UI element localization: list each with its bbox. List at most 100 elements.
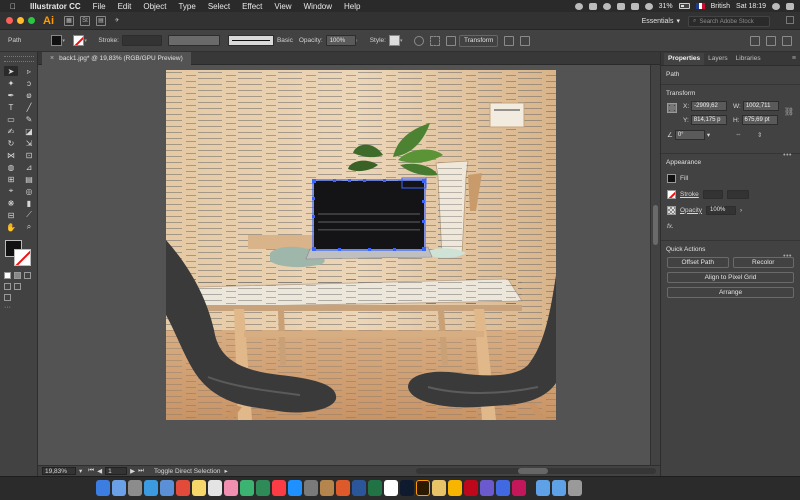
notes-icon[interactable]: [192, 480, 206, 496]
free-transform-tool-icon[interactable]: ⊡: [22, 150, 36, 160]
stroke-weight-stepper[interactable]: [702, 189, 723, 199]
siri-icon[interactable]: [616, 2, 625, 10]
gradient-tool-icon[interactable]: ▤: [22, 174, 36, 184]
opacity-dropdown-icon[interactable]: ›: [356, 38, 364, 44]
photos-icon[interactable]: [224, 480, 238, 496]
appearance-opacity-field[interactable]: 100%: [706, 205, 737, 215]
anchor-point[interactable]: [368, 248, 371, 251]
align-center-icon[interactable]: [766, 35, 776, 46]
magic-wand-tool-icon[interactable]: ✦: [4, 78, 18, 88]
keynote-icon[interactable]: [320, 480, 334, 496]
width-tool-icon[interactable]: ⋈: [4, 150, 18, 160]
safari-icon[interactable]: [144, 480, 158, 496]
menu-effect[interactable]: Effect: [242, 2, 262, 11]
uk-flag-icon[interactable]: [695, 3, 705, 9]
align-to-selection-icon[interactable]: [429, 35, 440, 46]
word-icon[interactable]: [352, 480, 366, 496]
app-icon[interactable]: [496, 480, 510, 496]
flip-horizontal-icon[interactable]: ⇔: [735, 131, 742, 138]
width-field[interactable]: 1002,711: [742, 101, 779, 111]
x-position-field[interactable]: -2909,62: [691, 101, 728, 111]
horizontal-scroll-thumb[interactable]: [518, 468, 548, 474]
folder-icon[interactable]: [536, 480, 550, 496]
y-position-field[interactable]: 814,175 p: [690, 115, 727, 125]
zoom-level-field[interactable]: 19,83%: [42, 467, 76, 475]
reminders-icon[interactable]: [208, 480, 222, 496]
graphic-style-swatch[interactable]: [388, 35, 400, 46]
panel-layout-icon[interactable]: [786, 16, 794, 24]
menu-app-name[interactable]: Illustrator CC: [30, 2, 81, 11]
mesh-tool-icon[interactable]: ⊞: [4, 174, 18, 184]
first-artboard-icon[interactable]: ⏮: [88, 467, 94, 475]
stroke-weight-value[interactable]: [726, 189, 749, 199]
curvature-tool-icon[interactable]: ⱷ: [22, 90, 36, 100]
downloads-folder-icon[interactable]: [552, 480, 566, 496]
fx-icon[interactable]: fx.: [667, 223, 674, 230]
vertical-scrollbar[interactable]: [650, 65, 660, 465]
gpu-performance-icon[interactable]: ✈: [112, 16, 122, 26]
align-to-pixel-grid-button[interactable]: Align to Pixel Grid: [667, 272, 794, 283]
arrange-button[interactable]: Arrange: [667, 287, 794, 298]
constrain-proportions-icon[interactable]: ⛓: [784, 107, 794, 116]
appearance-stroke-label[interactable]: Stroke: [680, 191, 699, 198]
anchor-point[interactable]: [312, 215, 315, 218]
slice-tool-icon[interactable]: ⟋: [22, 210, 36, 220]
wifi-icon[interactable]: [630, 2, 639, 10]
reference-point-icon[interactable]: [667, 103, 677, 113]
more-transform-options-icon[interactable]: •••: [783, 152, 792, 159]
anchor-point[interactable]: [363, 179, 366, 182]
canvas-area[interactable]: [38, 65, 650, 465]
zoom-window-button[interactable]: [28, 17, 35, 24]
shape-options-icon[interactable]: [445, 35, 456, 46]
symbol-sprayer-tool-icon[interactable]: ❋: [4, 198, 18, 208]
tab-properties[interactable]: Properties: [664, 53, 705, 65]
messages-icon[interactable]: [240, 480, 254, 496]
select-similar-icon[interactable]: [520, 35, 531, 46]
align-left-icon[interactable]: [750, 35, 760, 46]
sync-icon[interactable]: [602, 2, 611, 10]
status-tool-hint[interactable]: Toggle Direct Selection: [154, 468, 220, 475]
pen-tool-icon[interactable]: ✒: [4, 90, 18, 100]
scale-tool-icon[interactable]: ⇲: [22, 138, 36, 148]
stock-icon[interactable]: St: [80, 15, 90, 26]
anchor-point[interactable]: [312, 247, 316, 251]
more-appearance-options-icon[interactable]: •••: [783, 253, 792, 260]
menu-select[interactable]: Select: [208, 2, 230, 11]
notification-center-icon[interactable]: [786, 2, 794, 10]
illustrator-dock-icon[interactable]: [416, 480, 430, 496]
hand-tool-icon[interactable]: ✋: [4, 222, 18, 232]
eyedropper-tool-icon[interactable]: ⌖: [4, 186, 18, 196]
anchor-point[interactable]: [312, 179, 316, 183]
draw-normal-icon[interactable]: [4, 283, 11, 290]
anchor-point[interactable]: [348, 179, 351, 182]
last-artboard-icon[interactable]: ⏭: [138, 467, 144, 475]
column-graph-tool-icon[interactable]: ▮: [22, 198, 36, 208]
screen-mode-icon[interactable]: [4, 294, 11, 301]
battery-icon[interactable]: [678, 3, 690, 9]
rotate-tool-icon[interactable]: ↻: [4, 138, 18, 148]
excel-icon[interactable]: [368, 480, 382, 496]
blend-tool-icon[interactable]: ◎: [22, 186, 36, 196]
chrome-icon[interactable]: [384, 480, 398, 496]
menu-object[interactable]: Object: [143, 2, 166, 11]
tab-libraries[interactable]: Libraries: [732, 53, 765, 65]
stroke-swatch[interactable]: [73, 35, 85, 46]
recolor-artwork-icon[interactable]: [413, 35, 424, 46]
lasso-tool-icon[interactable]: ↄ: [22, 78, 36, 88]
anchor-point[interactable]: [422, 220, 425, 223]
bridge-icon[interactable]: ▦: [64, 15, 74, 26]
arrange-documents-icon[interactable]: ▤: [96, 15, 106, 26]
next-artboard-icon[interactable]: ▶: [130, 467, 135, 475]
sketch-icon[interactable]: [448, 480, 462, 496]
rotate-angle-field[interactable]: 0°: [674, 130, 705, 140]
siri-icon[interactable]: [112, 480, 126, 496]
zoom-tool-icon[interactable]: ⌕: [22, 222, 36, 232]
variable-width-field[interactable]: [167, 35, 220, 46]
none-mode-icon[interactable]: [24, 272, 31, 279]
music-icon[interactable]: [272, 480, 286, 496]
trash-icon[interactable]: [568, 480, 582, 496]
paintbrush-tool-icon[interactable]: ✎: [22, 114, 36, 124]
minimize-window-button[interactable]: [17, 17, 24, 24]
shaper-tool-icon[interactable]: ✍: [4, 126, 18, 136]
stroke-color-box[interactable]: [14, 249, 31, 266]
